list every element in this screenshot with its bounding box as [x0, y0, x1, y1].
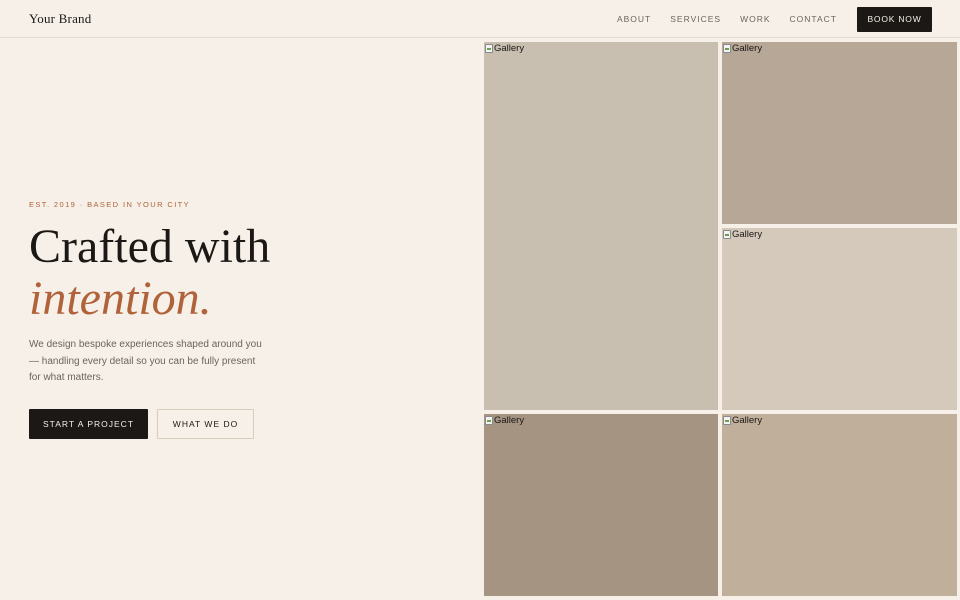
gallery-image: Gallery — [484, 414, 718, 596]
nav-link-services[interactable]: SERVICES — [670, 14, 721, 24]
nav-links: ABOUT SERVICES WORK CONTACT BOOK NOW — [617, 0, 932, 38]
broken-image-icon — [723, 44, 731, 53]
hero-description: We design bespoke experiences shaped aro… — [29, 339, 262, 383]
brand-logo[interactable]: Your Brand — [29, 11, 91, 27]
gallery-image: Gallery — [722, 414, 957, 596]
broken-image-placeholder: Gallery — [723, 415, 762, 426]
image-alt-text: Gallery — [494, 415, 525, 426]
broken-image-placeholder: Gallery — [723, 229, 762, 240]
gallery-image: Gallery — [722, 42, 957, 224]
start-project-button[interactable]: START A PROJECT — [29, 409, 148, 439]
hero-headline: Crafted with intention. — [29, 221, 270, 325]
nav-link-work[interactable]: WORK — [740, 14, 770, 24]
broken-image-icon — [723, 416, 731, 425]
gallery-image: Gallery — [722, 228, 957, 410]
nav-link-contact[interactable]: CONTACT — [790, 14, 837, 24]
broken-image-icon — [485, 416, 493, 425]
broken-image-icon — [485, 44, 493, 53]
broken-image-icon — [723, 230, 731, 239]
image-alt-text: Gallery — [732, 43, 763, 54]
broken-image-placeholder: Gallery — [485, 43, 524, 54]
book-now-button[interactable]: BOOK NOW — [857, 6, 932, 32]
nav-link-about[interactable]: ABOUT — [617, 14, 651, 24]
what-we-do-button[interactable]: WHAT WE DO — [157, 409, 254, 439]
image-alt-text: Gallery — [732, 415, 763, 426]
headline-accent: intention. — [29, 272, 212, 325]
gallery-image: Gallery — [484, 42, 718, 410]
image-alt-text: Gallery — [494, 43, 525, 54]
headline-line: Crafted with — [29, 220, 271, 273]
broken-image-placeholder: Gallery — [485, 415, 524, 426]
hero-eyebrow: EST. 2019 · BASED IN YOUR CITY — [29, 200, 191, 209]
broken-image-placeholder: Gallery — [723, 43, 762, 54]
image-alt-text: Gallery — [732, 229, 763, 240]
top-nav: Your Brand ABOUT SERVICES WORK CONTACT B… — [0, 0, 960, 38]
